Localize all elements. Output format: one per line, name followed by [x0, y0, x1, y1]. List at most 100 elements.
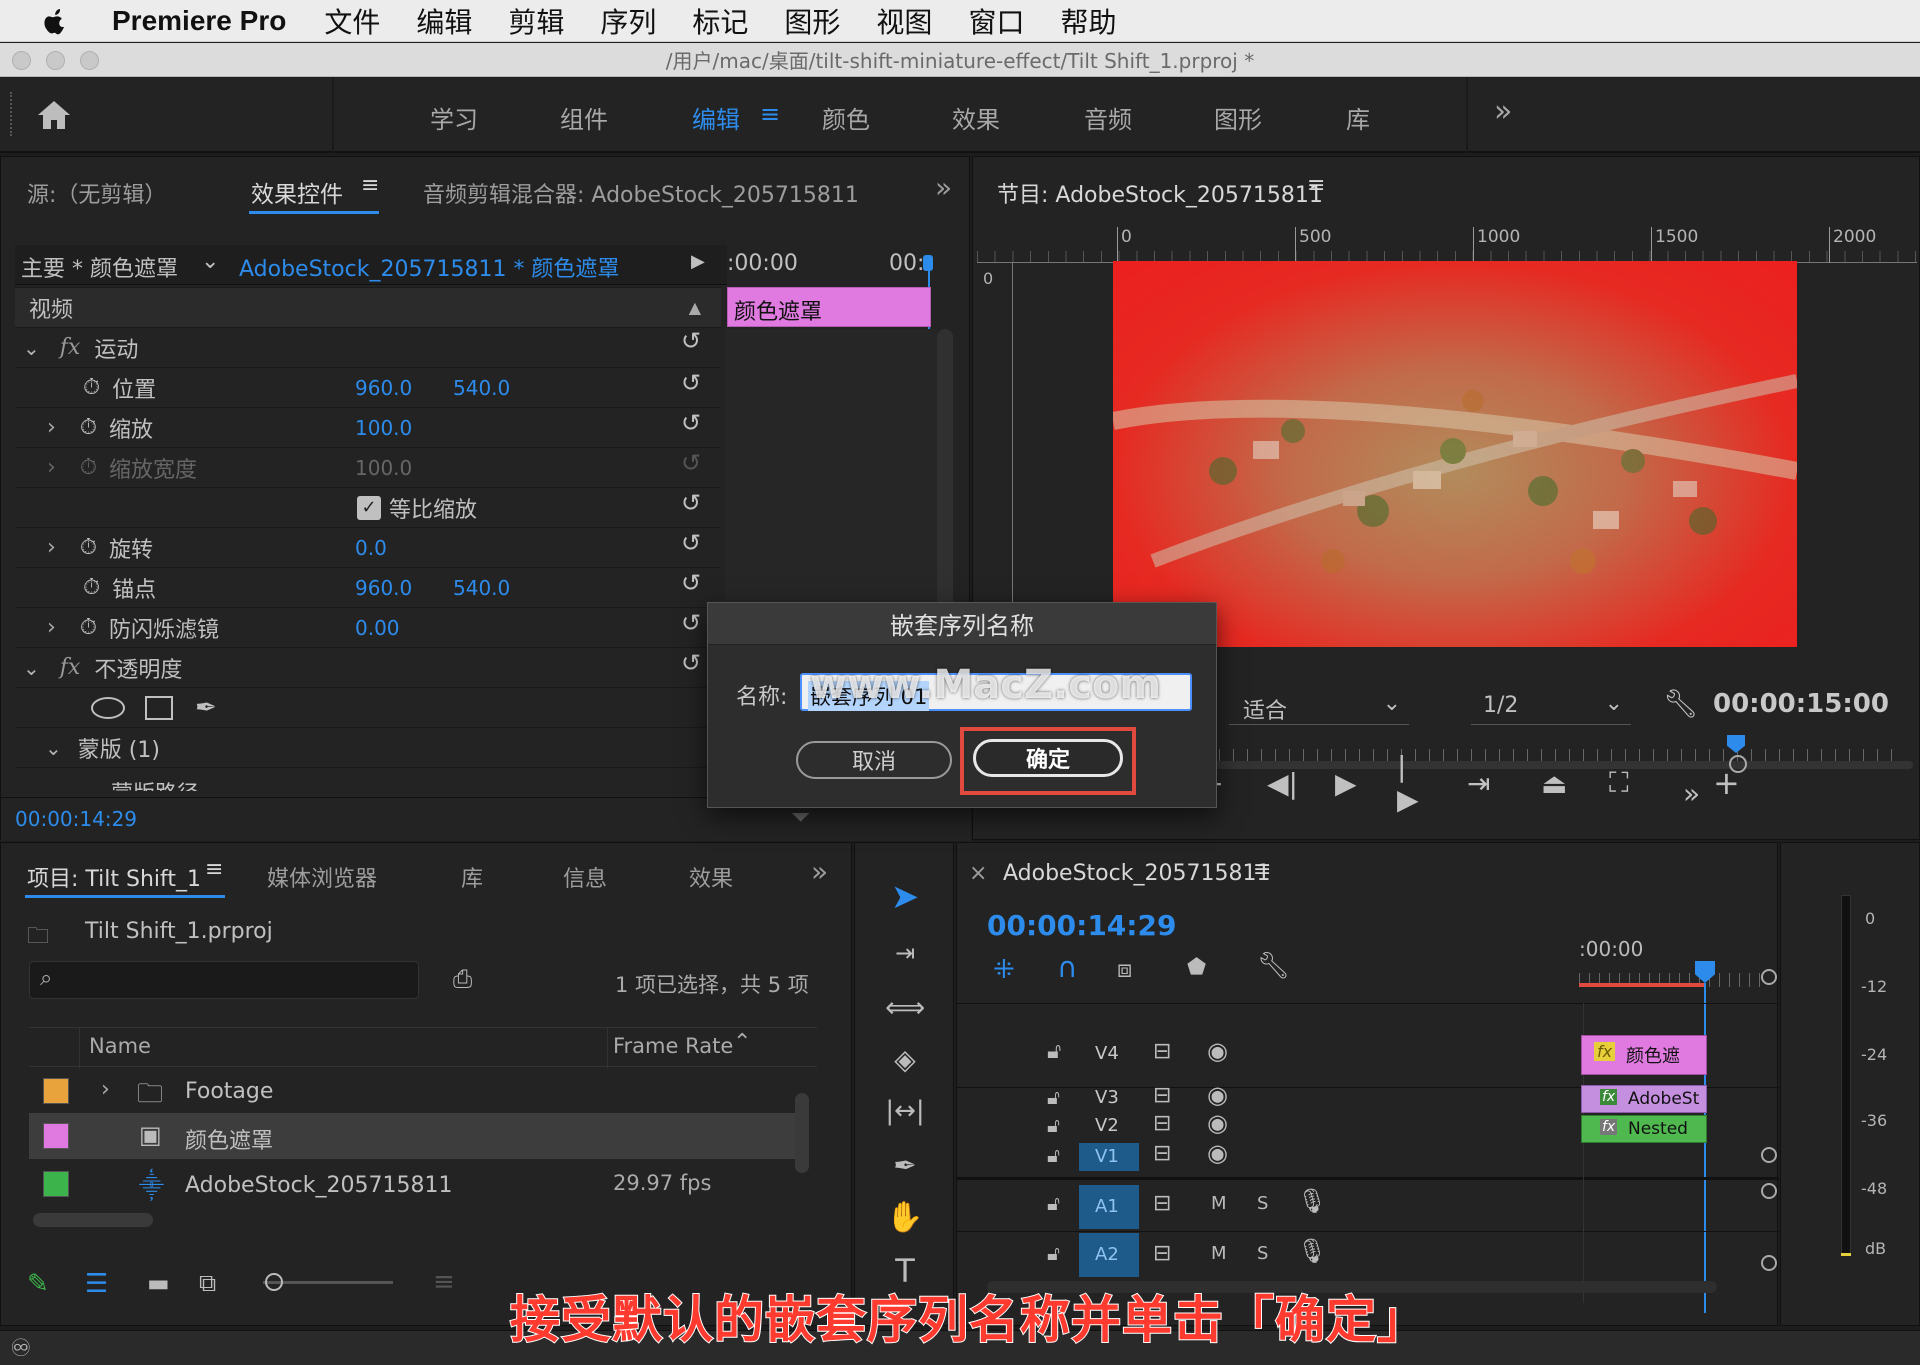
motion-row[interactable]: ⌄ fx 运动: [15, 327, 721, 367]
antiflicker-row[interactable]: › ⏱ 防闪烁滤镜 0.00: [15, 607, 721, 647]
more-controls-icon[interactable]: »: [1683, 777, 1700, 810]
reset-icon[interactable]: ↺: [681, 529, 701, 557]
clip-master-label[interactable]: 主要 * 颜色遮罩: [21, 251, 178, 283]
tab-effects[interactable]: 效果: [689, 861, 733, 893]
track-label[interactable]: V4: [1095, 1043, 1119, 1064]
menu-file[interactable]: 文件: [324, 1, 380, 41]
resolution-dropdown[interactable]: 1/2 ⌄: [1471, 691, 1631, 725]
ellipse-mask-icon[interactable]: [91, 696, 125, 719]
program-timecode[interactable]: 00:00:15:00: [1713, 689, 1889, 719]
stopwatch-icon[interactable]: ⏱: [80, 535, 97, 560]
uniform-scale-row[interactable]: ✓ 等比缩放: [15, 487, 721, 527]
list-item[interactable]: › 🗀 Footage: [29, 1069, 799, 1113]
fx-icon[interactable]: fx: [60, 655, 81, 680]
lock-icon[interactable]: 🔓︎: [1047, 1241, 1060, 1265]
workspace-more-icon[interactable]: »: [1494, 94, 1512, 129]
scale-value[interactable]: 100.0: [355, 416, 412, 440]
opacity-row[interactable]: ⌄ fx 不透明度: [15, 647, 721, 687]
minimize-window-button[interactable]: [46, 51, 65, 70]
reset-icon[interactable]: ↺: [681, 369, 701, 397]
fx-icon[interactable]: fx: [60, 335, 81, 360]
app-name[interactable]: Premiere Pro: [112, 5, 286, 37]
play-arrow-icon[interactable]: ▶: [691, 251, 705, 272]
rotation-value[interactable]: 0.0: [355, 536, 387, 560]
chevron-right-icon[interactable]: ›: [101, 1077, 110, 1102]
stopwatch-icon[interactable]: ⏱: [80, 415, 97, 440]
apple-icon[interactable]: [44, 7, 68, 35]
reset-icon[interactable]: ↺: [681, 327, 701, 355]
workspace-learn[interactable]: 学习: [430, 100, 478, 135]
panel-menu-icon[interactable]: ≡: [1253, 857, 1271, 882]
stopwatch-icon[interactable]: ⏱: [83, 375, 100, 400]
nest-toggle-icon[interactable]: ⁜: [993, 955, 1015, 985]
reset-icon[interactable]: ↺: [681, 609, 701, 637]
microphone-icon[interactable]: 🎙︎: [1297, 1237, 1327, 1265]
cancel-button[interactable]: 取消: [796, 741, 952, 779]
tab-audio-clip-mixer[interactable]: 音频剪辑混合器: AdobeStock_205715811: [423, 177, 859, 209]
play-icon[interactable]: ▶: [1335, 767, 1357, 800]
chevron-right-icon[interactable]: ›: [47, 415, 56, 440]
workspace-color[interactable]: 颜色: [822, 100, 870, 135]
mask-path-row[interactable]: 蒙版路径: [15, 767, 721, 791]
sync-lock-icon[interactable]: ⊟: [1153, 1241, 1171, 1266]
mute-button[interactable]: M: [1211, 1193, 1227, 1214]
add-button-icon[interactable]: +: [1713, 764, 1740, 802]
menu-help[interactable]: 帮助: [1060, 1, 1116, 41]
uniform-scale-checkbox[interactable]: ✓: [357, 495, 381, 520]
menu-clip[interactable]: 剪辑: [508, 1, 564, 41]
sort-icon[interactable]: ≡: [433, 1267, 455, 1297]
chevron-right-icon[interactable]: ›: [47, 535, 56, 560]
clip-v3-adobestock[interactable]: fx AdobeSt: [1581, 1085, 1707, 1113]
column-frame-rate[interactable]: Frame Rate: [613, 1034, 733, 1058]
close-window-button[interactable]: [12, 51, 31, 70]
home-icon[interactable]: [36, 98, 72, 136]
a-scroll-handle[interactable]: [1761, 1183, 1777, 1199]
menu-edit[interactable]: 编辑: [416, 1, 472, 41]
chevron-down-icon[interactable]: ⌄: [23, 656, 40, 680]
v1-source-patch[interactable]: V1: [1079, 1143, 1139, 1171]
panel-more-icon[interactable]: »: [935, 171, 952, 204]
microphone-icon[interactable]: 🎙︎: [1297, 1187, 1327, 1215]
ok-button[interactable]: 确定: [973, 739, 1123, 777]
a2-source-patch[interactable]: A2: [1079, 1233, 1139, 1277]
workspace-editing[interactable]: 编辑: [692, 100, 740, 135]
menu-sequence[interactable]: 序列: [600, 1, 656, 41]
pencil-icon[interactable]: ✎: [27, 1269, 49, 1299]
a-scroll-handle[interactable]: [1761, 1255, 1777, 1271]
a1-source-patch[interactable]: A1: [1079, 1185, 1139, 1229]
position-x-value[interactable]: 960.0: [355, 376, 412, 400]
menu-markers[interactable]: 标记: [692, 1, 748, 41]
program-monitor-title[interactable]: 节目: AdobeStock_205715811: [997, 177, 1323, 209]
label-color-swatch[interactable]: [43, 1078, 69, 1104]
reset-icon[interactable]: ↺: [681, 569, 701, 597]
creative-cloud-icon[interactable]: ♾: [10, 1334, 32, 1362]
add-marker-icon[interactable]: ⬟: [1187, 955, 1206, 980]
mute-button[interactable]: M: [1211, 1243, 1227, 1264]
stopwatch-icon[interactable]: ⏱: [80, 615, 97, 640]
folder-up-icon[interactable]: 🗀: [27, 919, 49, 957]
clip-v4-color-matte[interactable]: fx 颜色遮: [1581, 1035, 1707, 1075]
workspace-audio[interactable]: 音频: [1084, 100, 1132, 135]
find-icon[interactable]: ⎙: [453, 965, 472, 993]
tab-project[interactable]: 项目: Tilt Shift_1: [27, 861, 201, 893]
selection-tool-icon[interactable]: ➤: [885, 877, 925, 917]
sync-lock-icon[interactable]: ⊟: [1153, 1141, 1171, 1166]
zoom-window-button[interactable]: [80, 51, 99, 70]
slip-tool-icon[interactable]: |↔|: [885, 1091, 925, 1131]
position-y-value[interactable]: 540.0: [453, 376, 510, 400]
mask-row[interactable]: ⌄ 蒙版 (1): [15, 727, 721, 767]
project-vscrollbar[interactable]: [795, 1093, 809, 1173]
panel-menu-icon[interactable]: ≡: [205, 857, 223, 882]
zoom-slider-handle[interactable]: [265, 1273, 283, 1291]
scale-row[interactable]: › ⏱ 缩放 100.0: [15, 407, 721, 447]
tab-source[interactable]: 源:（无剪辑）: [27, 177, 166, 209]
clip-v2-nested[interactable]: fx Nested: [1581, 1115, 1707, 1143]
close-icon[interactable]: ×: [969, 861, 987, 886]
icon-view-icon[interactable]: ▬: [147, 1269, 170, 1297]
tab-media-browser[interactable]: 媒体浏览器: [267, 861, 377, 893]
workspace-libraries[interactable]: 库: [1346, 100, 1370, 135]
panel-menu-icon[interactable]: ≡: [1307, 173, 1325, 198]
list-view-icon[interactable]: ☰: [85, 1269, 108, 1299]
menu-window[interactable]: 窗口: [968, 1, 1024, 41]
tab-info[interactable]: 信息: [563, 861, 607, 893]
